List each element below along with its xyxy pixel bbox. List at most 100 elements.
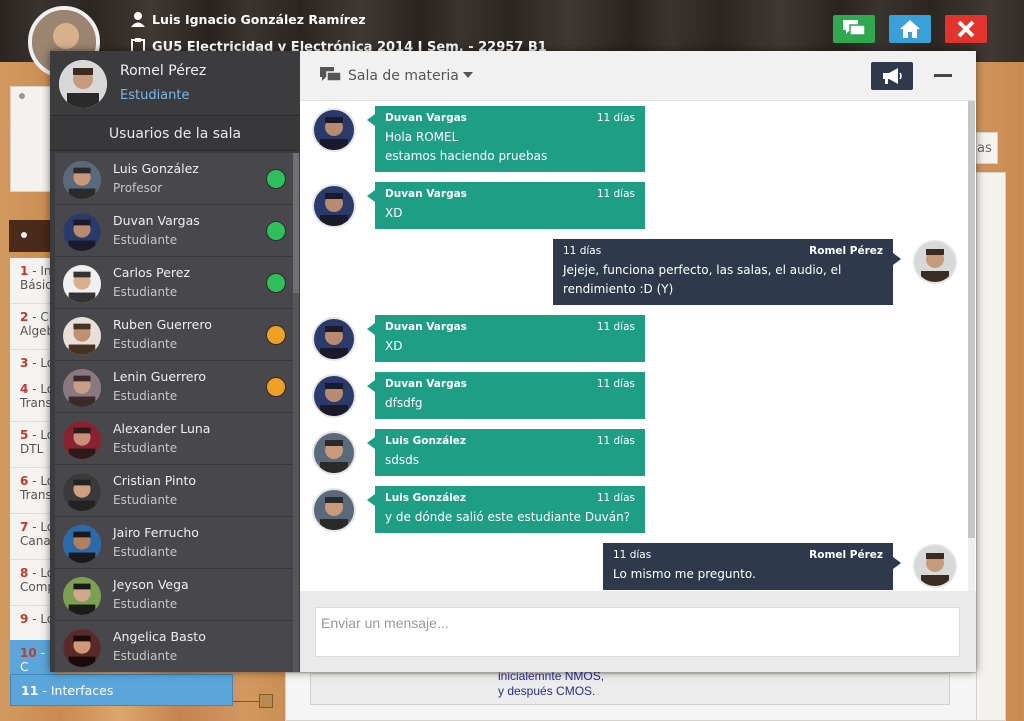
user-avatar — [63, 369, 101, 407]
chat-icon — [843, 20, 866, 36]
home-icon — [900, 20, 920, 38]
close-button[interactable] — [945, 15, 987, 43]
user-list-scroll-thumb[interactable] — [293, 153, 299, 293]
home-button[interactable] — [889, 15, 931, 43]
bg-cmos: y después CMOS. — [498, 684, 596, 698]
user-list-item[interactable]: Carlos Perez Estudiante — [55, 257, 293, 309]
message-scroll-thumb[interactable] — [968, 101, 975, 538]
message-bubble: Duvan Vargas 11 días XD — [367, 182, 645, 229]
user-list-item[interactable]: Luis González Profesor — [55, 153, 293, 205]
current-user: Romel Pérez Estudiante — [50, 51, 300, 116]
chat-header: Sala de materia — [300, 51, 976, 101]
user-avatar — [63, 473, 101, 511]
bg-table-text: inicialemnte NMOS, y después CMOS. — [498, 669, 604, 699]
bg-list-item[interactable]: 5 - Ló DTL — [10, 422, 55, 468]
message-input[interactable] — [315, 607, 960, 657]
current-user-name: Romel Pérez — [120, 63, 207, 79]
bg-list-item[interactable]: 2 - Ci Algeb — [10, 304, 55, 350]
message-bubble: Duvan Vargas 11 días Hola ROMEL estamos ha… — [367, 106, 645, 172]
user-avatar — [63, 525, 101, 563]
user-name: Cristian Pinto — [113, 473, 196, 488]
room-selector[interactable]: Sala de materia — [348, 68, 474, 84]
message-text: dfsdfg — [385, 396, 423, 410]
status-indicator — [266, 273, 286, 293]
message-bubble: 11 días Romel Pérez Lo mismo me pregunto. — [603, 543, 901, 590]
message-avatar — [312, 184, 356, 228]
message-author: Duvan Vargas — [385, 321, 467, 333]
minimize-button[interactable] — [934, 74, 952, 77]
user-list-item[interactable]: Alexander Luna Estudiante — [55, 413, 293, 465]
room-name: Sala de materia — [348, 68, 459, 84]
message-time: 11 días — [596, 321, 635, 333]
user-name: Carlos Perez — [113, 265, 191, 280]
user-list-item[interactable]: Angelica Basto Estudiante — [55, 621, 293, 672]
message-time: 11 días — [596, 188, 635, 200]
bg-item-num: 11 — [21, 683, 39, 698]
bg-list-item[interactable]: 4 - Ló Trans — [10, 376, 55, 422]
user-name: Duvan Vargas — [113, 213, 200, 228]
message-author: Romel Pérez — [809, 245, 883, 257]
status-indicator — [266, 169, 286, 189]
message-bubble: 11 días Romel Pérez Jejeje, funciona perfe… — [553, 239, 901, 305]
message-author: Luis González — [385, 435, 467, 447]
message-time: 11 días — [596, 112, 635, 124]
bg-right-button: as — [976, 132, 998, 164]
bg-item-num: 8 — [20, 566, 29, 580]
user-avatar — [63, 421, 101, 459]
message-author: Duvan Vargas — [385, 112, 467, 124]
close-icon — [957, 20, 975, 38]
bg-table: inicialemnte NMOS, y después CMOS. — [285, 669, 993, 721]
user-avatar — [63, 161, 101, 199]
message-text: XD — [385, 339, 403, 353]
message-bubble: Luis González 11 días sdsds — [367, 429, 645, 476]
bg-list-item[interactable]: 7 - Ló Cana — [10, 514, 55, 560]
user-name: Alexander Luna — [113, 421, 211, 436]
user-list-item[interactable]: Duvan Vargas Estudiante — [55, 205, 293, 257]
chat-message: Duvan Vargas 11 días dfsdfg — [300, 372, 968, 419]
message-text: Jejeje, funciona perfecto, las salas, el… — [563, 263, 842, 296]
header-user-name: Luis Ignacio González Ramírez — [152, 12, 366, 27]
announce-button[interactable] — [871, 62, 913, 90]
user-list-item[interactable]: Cristian Pinto Estudiante — [55, 465, 293, 517]
comments-icon — [320, 67, 342, 89]
chat-button[interactable] — [833, 15, 875, 43]
message-avatar — [913, 544, 957, 588]
message-bubble: Duvan Vargas 11 días XD — [367, 315, 645, 362]
chat-sidebar: Romel Pérez Estudiante Usuarios de la sa… — [50, 51, 300, 672]
user-name: Lenin Guerrero — [113, 369, 207, 384]
user-list-scrollbar[interactable] — [293, 153, 299, 672]
status-indicator — [266, 221, 286, 241]
bg-item-num: 10 — [20, 646, 37, 660]
message-scrollbar[interactable] — [968, 101, 975, 591]
message-avatar — [312, 431, 356, 475]
bg-right-panel — [976, 172, 1006, 721]
bg-item-num: 3 — [20, 356, 29, 370]
bg-list-item-11[interactable]: 11 - Interfaces — [10, 674, 233, 706]
user-name: Ruben Guerrero — [113, 317, 212, 332]
bg-list-header — [9, 220, 55, 252]
user-role: Estudiante — [113, 233, 178, 247]
message-time: 11 días — [596, 492, 635, 504]
bg-table-row — [310, 673, 950, 705]
bg-list-item[interactable]: 8 - Ló Comp — [10, 560, 55, 606]
composer — [300, 591, 976, 672]
bg-handle — [259, 694, 273, 708]
header-user: Luis Ignacio González Ramírez — [130, 11, 366, 27]
user-list-item[interactable]: Lenin Guerrero Estudiante — [55, 361, 293, 413]
user-list-item[interactable]: Jairo Ferrucho Estudiante — [55, 517, 293, 569]
user-avatar — [63, 629, 101, 667]
message-bubble: Luis González 11 días y de dónde salió est… — [367, 486, 645, 533]
user-list-item[interactable]: Ruben Guerrero Estudiante — [55, 309, 293, 361]
user-list-item[interactable]: Jeyson Vega Estudiante — [55, 569, 293, 621]
message-text: XD — [385, 206, 403, 220]
bg-list-item[interactable]: 6 - Ló Trans — [10, 468, 55, 514]
message-avatar — [312, 374, 356, 418]
user-role: Estudiante — [113, 597, 178, 611]
user-role: Estudiante — [113, 285, 178, 299]
bg-list-item[interactable]: 1 - In Básic — [10, 258, 55, 304]
user-role: Estudiante — [113, 389, 178, 403]
message-avatar — [312, 317, 356, 361]
users-title: Usuarios de la sala — [50, 117, 300, 151]
chat-message: Luis González 11 días y de dónde salió est… — [300, 486, 968, 533]
chat-message: Duvan Vargas 11 días Hola ROMEL estamos ha… — [300, 106, 968, 172]
